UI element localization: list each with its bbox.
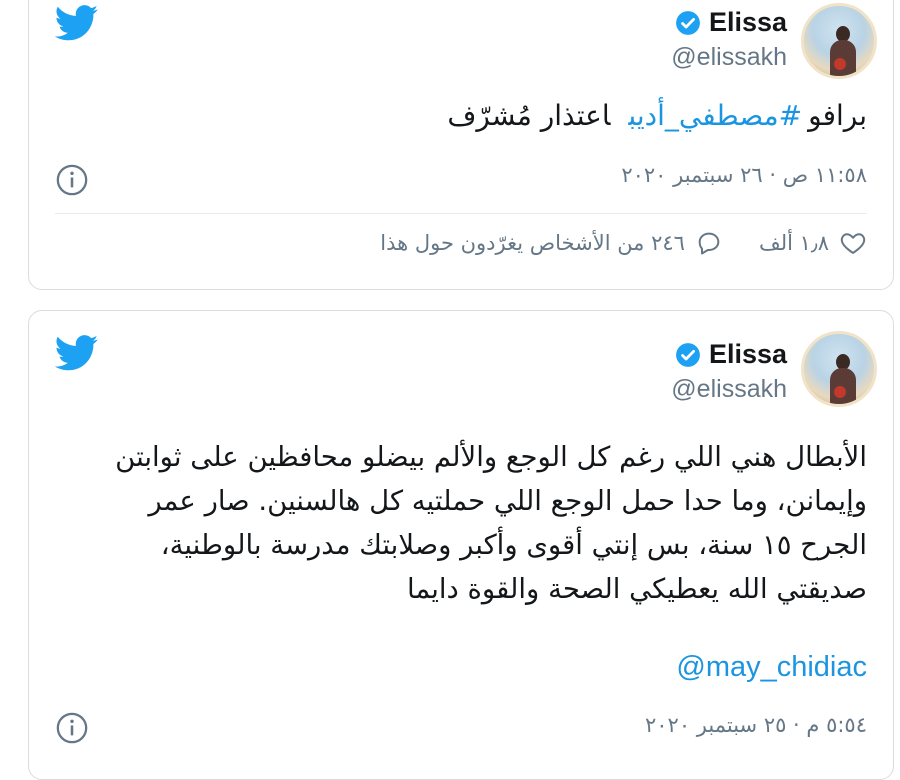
verified-badge-icon [676,10,700,35]
tweet-timestamp[interactable]: ١١:٥٨ ص · ٢٦ سبتمبر ٢٠٢٠ [621,163,867,187]
avatar[interactable] [801,331,877,407]
tweet-timestamp[interactable]: ٥:٥٤ م · ٢٥ سبتمبر ٢٠٢٠ [645,713,867,737]
like-count: ١٫٨ ألف [758,231,829,255]
verified-badge-icon [676,342,700,367]
tweet-text-prefix: برافو [808,99,867,132]
mention-link[interactable]: @may_chidiac [676,651,867,684]
twitter-logo-icon[interactable] [55,335,99,371]
twitter-logo-icon[interactable] [55,5,99,41]
avatar[interactable] [801,3,877,79]
tweet-actions: ١٫٨ ألف ٢٤٦ من الأشخاص يغرّدون حول هذا [380,229,867,257]
divider [55,213,867,214]
info-icon[interactable] [55,163,89,197]
reply-button[interactable]: ٢٤٦ من الأشخاص يغرّدون حول هذا [380,229,723,257]
like-button[interactable]: ١٫٨ ألف [759,229,867,257]
heart-icon [840,233,866,254]
author-handle[interactable]: @elissakh [671,43,787,72]
reply-icon [698,232,720,255]
hashtag-link[interactable]: #مصطفي_أديب [628,99,802,132]
author-row[interactable]: Elissa [675,339,787,370]
tweet-text-suffix: اعتذار مُشرّف [447,99,611,132]
author-name[interactable]: Elissa [709,7,787,38]
tweet-text: برافو#مصطفي_أديب اعتذار مُشرّف [447,99,867,132]
avatar-flower [834,386,846,398]
reply-count-label: ٢٤٦ من الأشخاص يغرّدون حول هذا [380,231,685,255]
author-handle[interactable]: @elissakh [671,375,787,404]
author-row[interactable]: Elissa [675,7,787,38]
tweet-card[interactable]: Elissa @elissakh الأبطال هني اللي رغم كل… [28,310,894,780]
tweet-card[interactable]: Elissa @elissakh برافو#مصطفي_أديب اعتذار … [28,0,894,290]
author-name[interactable]: Elissa [709,339,787,370]
avatar-flower [834,58,846,70]
info-icon[interactable] [55,711,89,745]
tweet-text: الأبطال هني اللي رغم كل الوجع والألم بيض… [115,441,867,605]
